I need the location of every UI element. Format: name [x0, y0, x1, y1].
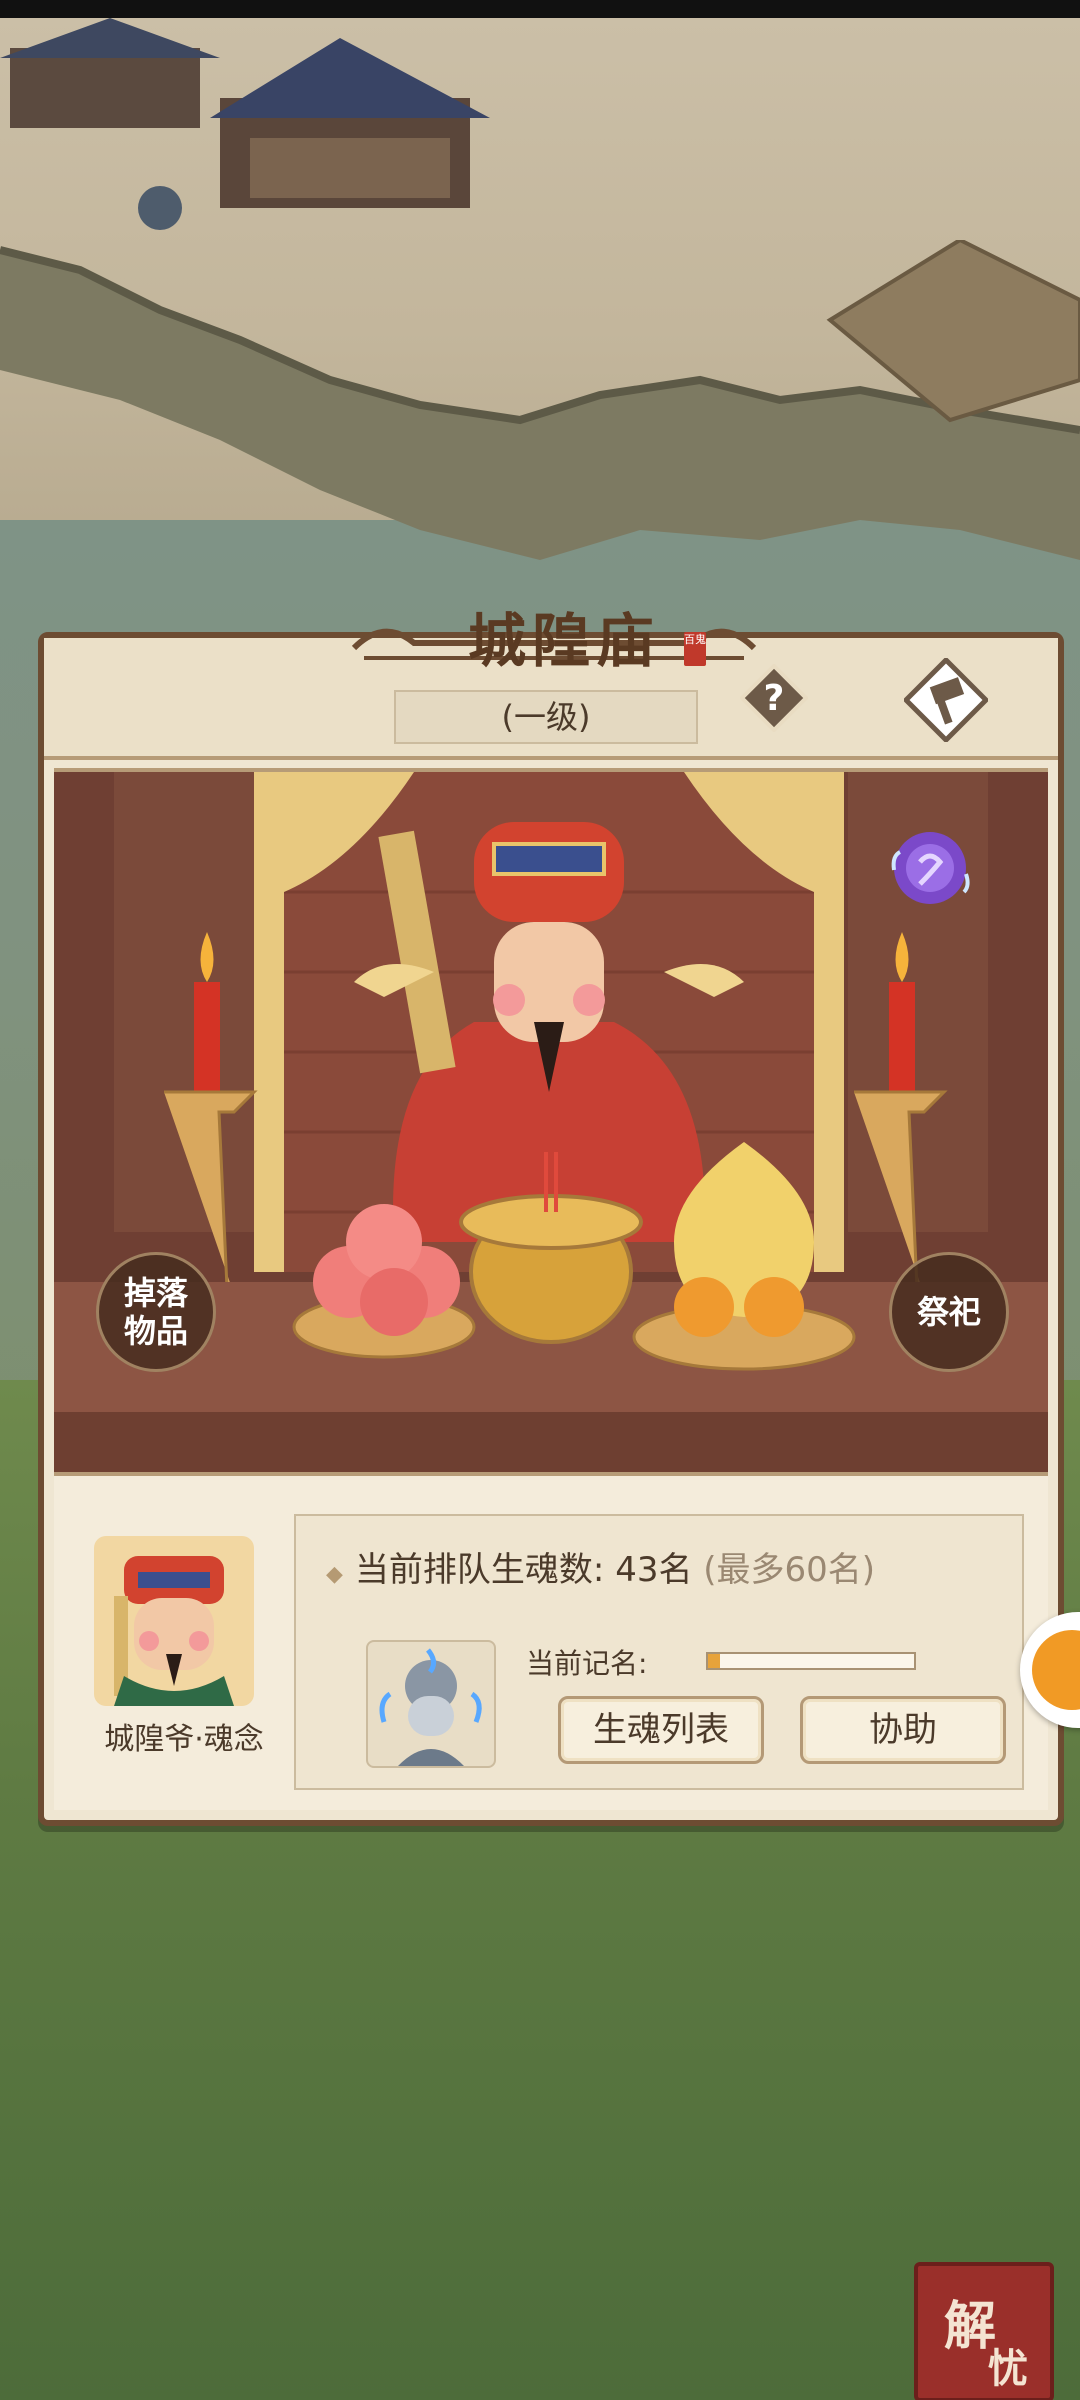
upgrade-button[interactable]: [902, 656, 990, 744]
temple-panel: 城隍庙 百鬼 (一级) ? 掉落 物品 祭祀 城隍爷·魂念 ◆ 当前排队生魂数:…: [38, 607, 1064, 1826]
soul-orb-icon: [891, 832, 970, 904]
status-bar: [0, 0, 1080, 18]
farm-plot: [826, 240, 1080, 423]
drop-items-label-line2: 物品: [123, 1312, 188, 1350]
record-progress-fill: [708, 1654, 721, 1668]
temple-level: (一级): [394, 690, 698, 744]
title-seal: 百鬼: [684, 632, 706, 666]
deity-portrait[interactable]: [94, 1536, 254, 1706]
help-button[interactable]: ?: [739, 663, 809, 733]
sacrifice-button[interactable]: 祭祀: [889, 1252, 1009, 1372]
deity-portrait-label: 城隍爷·魂念: [104, 1722, 264, 1757]
ghost-avatar-icon: [379, 1648, 482, 1766]
drop-items-label-line1: 掉落: [123, 1274, 188, 1312]
temple-title: 城隍庙: [467, 607, 660, 675]
panel-header: 城隍庙 百鬼 (一级) ?: [44, 607, 1058, 760]
soul-list-button[interactable]: 生魂列表: [558, 1696, 764, 1764]
sacrifice-label: 祭祀: [916, 1293, 981, 1331]
ghost-avatar: [366, 1640, 496, 1768]
drop-items-button[interactable]: 掉落 物品: [96, 1252, 216, 1372]
queue-line: ◆ 当前排队生魂数: 43名 (最多60名): [326, 1542, 875, 1591]
svg-text:?: ?: [764, 678, 785, 719]
diamond-icon: ◆: [326, 1562, 343, 1587]
assist-button[interactable]: 协助: [800, 1696, 1006, 1764]
queue-max: (最多60名): [703, 1550, 876, 1590]
side-float-icon: [1032, 1630, 1080, 1710]
info-section: 城隍爷·魂念 ◆ 当前排队生魂数: 43名 (最多60名) 当前记名: 生魂列表…: [54, 1476, 1048, 1810]
deity-avatar-icon: [114, 1556, 234, 1706]
queue-count: 43名: [615, 1550, 693, 1590]
jieyou-char2: 忧: [988, 2345, 1028, 2392]
village-buildings: [0, 18, 490, 230]
hammer-icon: [902, 656, 990, 744]
jieyou-button[interactable]: 解 忧: [914, 2262, 1054, 2400]
soul-orb[interactable]: [884, 822, 976, 914]
queue-info-box: ◆ 当前排队生魂数: 43名 (最多60名) 当前记名: 生魂列表 协助: [294, 1514, 1024, 1790]
queue-label: 当前排队生魂数:: [354, 1550, 605, 1590]
record-label: 当前记名:: [526, 1647, 648, 1680]
record-progress-bar: [706, 1652, 916, 1670]
altar-scene: 掉落 物品 祭祀: [54, 768, 1048, 1476]
help-icon: ?: [739, 663, 809, 733]
